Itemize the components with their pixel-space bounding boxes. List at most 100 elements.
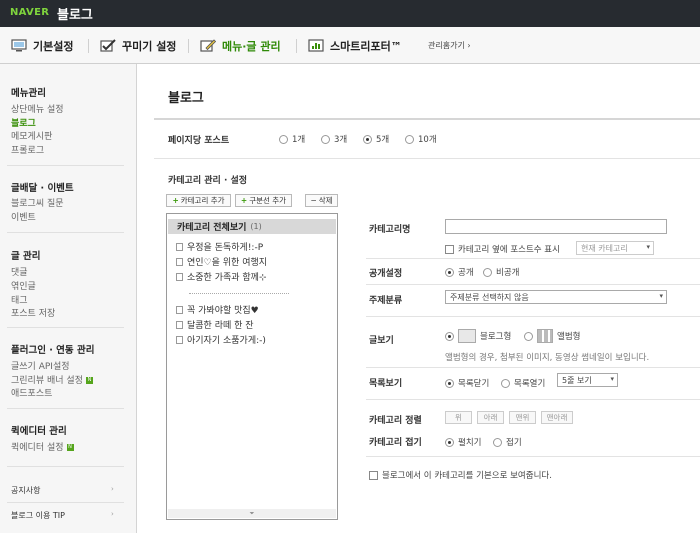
checkmark-icon: [100, 39, 116, 52]
move-bottom-button[interactable]: 맨아래: [541, 411, 573, 424]
move-top-button[interactable]: 맨위: [509, 411, 536, 424]
button-label: 구분선 추가: [249, 196, 287, 205]
sidebar-divider: [7, 232, 124, 233]
category-item[interactable]: 우정을 돈독하게!:-P: [176, 240, 263, 253]
category-item[interactable]: 달콤한 라떼 한 잔: [176, 318, 254, 331]
tab-separator: [296, 39, 297, 53]
tab-decorate-settings[interactable]: 꾸미기 설정: [100, 27, 176, 64]
radio-label: 펼치기: [458, 438, 482, 448]
move-down-button[interactable]: 아래: [477, 411, 504, 424]
radio-posts-1[interactable]: 1개: [279, 133, 305, 145]
row-divider: [366, 367, 700, 368]
radio-posts-5[interactable]: 5개: [363, 133, 389, 145]
radio-fold-expand[interactable]: 펼치기: [445, 436, 481, 448]
button-label: 삭제: [318, 196, 333, 205]
sidebar-item-save[interactable]: 포스트 저장: [11, 306, 55, 319]
sidebar-item-comment[interactable]: 댓글: [11, 265, 28, 278]
sidebar-divider: [7, 165, 124, 166]
add-category-button[interactable]: + 카테고리 추가: [166, 194, 231, 207]
chevron-down-icon: ▾: [659, 292, 663, 300]
tab-separator: [188, 39, 189, 53]
naver-logo[interactable]: NAVER: [10, 7, 49, 18]
row-divider: [366, 284, 700, 285]
category-item[interactable]: 꼭 가봐야할 맛집♥: [176, 303, 259, 316]
sidebar-item-top-menu[interactable]: 상단메뉴 설정: [11, 102, 64, 115]
category-tree: 카테고리 전체보기 (1) 우정을 돈독하게!:-P 연인♡을 위한 여행지 소중…: [166, 213, 338, 520]
sidebar-divider: [7, 327, 124, 328]
radio-fold-collapse[interactable]: 접기: [493, 436, 522, 448]
radio-list-closed[interactable]: 목록닫기: [445, 377, 489, 389]
document-icon: [176, 242, 183, 251]
category-all-label: 카테고리 전체보기: [177, 223, 247, 233]
category-divider-line[interactable]: [189, 293, 289, 294]
sidebar-item-greenreview[interactable]: 그린리뷰 배너 설정 N: [11, 373, 93, 386]
sidebar-heading-quick: 퀵에디터 관리: [11, 426, 67, 437]
album-view-grid-icon: [537, 329, 553, 343]
category-item[interactable]: 연인♡을 위한 여행지: [176, 255, 267, 268]
sidebar-item-blog[interactable]: 블로그: [11, 116, 36, 129]
checkbox-label: 카테고리 옆에 포스트수 표시: [458, 245, 560, 255]
radio-label: 1개: [292, 135, 306, 145]
sidebar-item-memo[interactable]: 메모게시판: [11, 129, 52, 142]
sidebar-item-event[interactable]: 이벤트: [11, 210, 36, 223]
sidebar-item-api[interactable]: 글쓰기 API설정: [11, 359, 70, 372]
category-scroll-handle[interactable]: ⏷: [168, 509, 336, 518]
sidebar-item-tag[interactable]: 태그: [11, 293, 28, 306]
category-item-label: 우정을 돈독하게!:-P: [187, 243, 264, 253]
checkbox-label: 블로그에서 이 카테고리를 기본으로 보여줍니다.: [382, 471, 552, 481]
category-all-item[interactable]: 카테고리 전체보기 (1): [168, 219, 336, 234]
sidebar-item-trackback[interactable]: 엮인글: [11, 279, 36, 292]
radio-posts-3[interactable]: 3개: [321, 133, 347, 145]
radio-private[interactable]: 비공개: [483, 266, 519, 278]
category-item-label: 연인♡을 위한 여행지: [187, 258, 268, 268]
sidebar-item-quickeditor[interactable]: 퀵에디터 설정 N: [11, 440, 74, 453]
sidebar-item-blogc[interactable]: 블로그씨 질문: [11, 196, 64, 209]
row-divider: [366, 258, 700, 259]
radio-view-album[interactable]: 앨범형: [524, 329, 580, 343]
radio-label: 3개: [334, 135, 348, 145]
document-icon: [176, 257, 183, 266]
radio-selected-icon: [445, 378, 454, 388]
list-view-label: 목록보기: [369, 379, 403, 389]
radio-posts-10[interactable]: 10개: [405, 133, 437, 145]
title-divider: [154, 118, 700, 120]
tab-label: 기본설정: [33, 39, 74, 53]
category-name-input[interactable]: [445, 219, 667, 234]
tab-smart-reporter[interactable]: 스마트리포터™: [308, 27, 402, 64]
category-order-label: 카테고리 정렬: [369, 416, 422, 426]
sidebar-item-prologue[interactable]: 프롤로그: [11, 143, 44, 156]
topic-select[interactable]: 주제분류 선택하지 않음 ▾: [445, 290, 667, 304]
add-divider-button[interactable]: + 구분선 추가: [235, 194, 292, 207]
delete-category-button[interactable]: − 삭제: [305, 194, 338, 207]
category-item[interactable]: 아기자기 소품가게:-): [176, 333, 266, 346]
radio-icon: [483, 267, 492, 277]
move-up-button[interactable]: 위: [445, 411, 472, 424]
chart-icon: [308, 39, 324, 52]
radio-label: 목록열기: [514, 379, 546, 389]
default-category-checkbox[interactable]: 블로그에서 이 카테고리를 기본으로 보여줍니다.: [369, 469, 552, 481]
tab-separator: [88, 39, 89, 53]
radio-view-blog[interactable]: 블로그형: [445, 329, 511, 343]
category-item-label: 달콤한 라떼 한 잔: [187, 321, 254, 331]
admin-home-link[interactable]: 관리홈가기 ›: [428, 27, 471, 64]
category-item[interactable]: 소중한 가족과 함께⊹: [176, 270, 267, 283]
sidebar-footer-notice[interactable]: 공지사항: [11, 485, 40, 496]
new-badge-icon: N: [85, 377, 93, 384]
radio-list-open[interactable]: 목록열기: [501, 377, 545, 389]
sidebar-item-adpost[interactable]: 애드포스트: [11, 386, 52, 399]
list-lines-select[interactable]: 5줄 보기 ▾: [557, 373, 618, 387]
radio-public[interactable]: 공개: [445, 266, 474, 278]
radio-icon: [405, 134, 414, 144]
blog-logo[interactable]: 블로그: [57, 4, 93, 23]
tab-basic-settings[interactable]: 기본설정: [11, 27, 73, 64]
category-name-label: 카테고리명: [369, 225, 411, 235]
show-post-count-checkbox[interactable]: 카테고리 옆에 포스트수 표시: [445, 243, 560, 255]
post-count-scope-select[interactable]: 현재 카테고리 ▾: [576, 241, 654, 255]
chevron-down-icon: ▾: [610, 375, 614, 383]
tab-menu-post-manage[interactable]: 메뉴·글 관리: [200, 27, 281, 64]
radio-label: 공개: [458, 268, 474, 278]
minus-icon: −: [310, 196, 317, 205]
checkbox-icon: [445, 244, 454, 254]
tab-label: 꾸미기 설정: [122, 39, 177, 53]
sidebar-footer-tip[interactable]: 블로그 이용 TIP: [11, 510, 65, 521]
